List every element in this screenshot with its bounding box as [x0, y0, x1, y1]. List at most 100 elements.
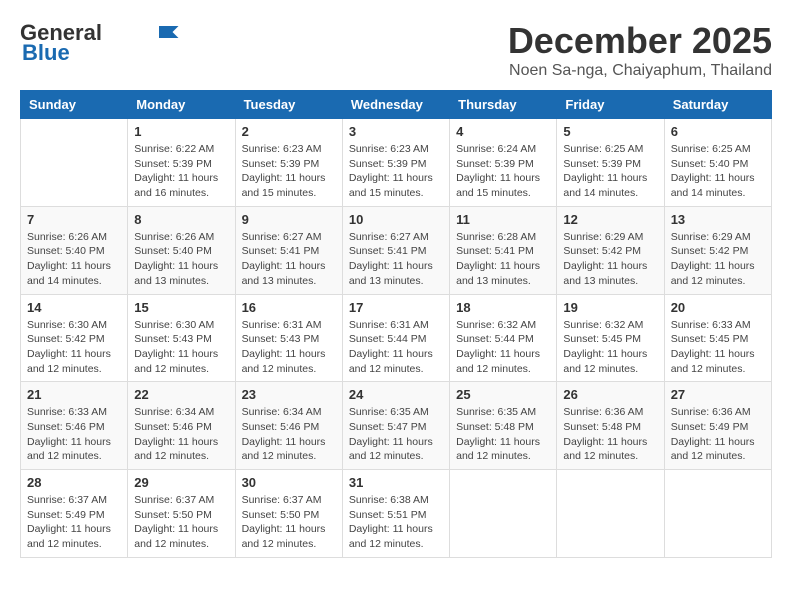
calendar-cell: 16 Sunrise: 6:31 AM Sunset: 5:43 PM Dayli… [235, 294, 342, 382]
calendar-cell: 24Sunrise: 6:35 AM Sunset: 5:47 PM Dayli… [342, 382, 449, 470]
day-info: Sunrise: 6:37 AM Sunset: 5:49 PM Dayligh… [27, 493, 121, 552]
calendar-cell: 19 Sunrise: 6:32 AM Sunset: 5:45 PM Dayli… [557, 294, 664, 382]
calendar-cell: 31 Sunrise: 6:38 AM Sunset: 5:51 PM Dayli… [342, 470, 449, 558]
calendar-cell: 4 Sunrise: 6:24 AM Sunset: 5:39 PM Daylig… [450, 119, 557, 207]
day-number: 1 [134, 124, 228, 139]
calendar-cell: 1 Sunrise: 6:22 AM Sunset: 5:39 PM Daylig… [128, 119, 235, 207]
weekday-header: Thursday [450, 91, 557, 119]
day-number: 29 [134, 475, 228, 490]
calendar-cell: 7Sunrise: 6:26 AM Sunset: 5:40 PM Daylig… [21, 206, 128, 294]
day-info: Sunrise: 6:27 AM Sunset: 5:41 PM Dayligh… [242, 230, 336, 289]
calendar-cell: 8 Sunrise: 6:26 AM Sunset: 5:40 PM Daylig… [128, 206, 235, 294]
calendar-cell: 22Sunrise: 6:34 AM Sunset: 5:46 PM Dayli… [128, 382, 235, 470]
day-number: 6 [671, 124, 765, 139]
day-number: 15 [134, 300, 228, 315]
day-info: Sunrise: 6:31 AM Sunset: 5:43 PM Dayligh… [242, 318, 336, 377]
day-number: 4 [456, 124, 550, 139]
calendar-cell: 28Sunrise: 6:37 AM Sunset: 5:49 PM Dayli… [21, 470, 128, 558]
calendar-cell: 26 Sunrise: 6:36 AM Sunset: 5:48 PM Dayli… [557, 382, 664, 470]
day-number: 3 [349, 124, 443, 139]
calendar-cell: 5 Sunrise: 6:25 AM Sunset: 5:39 PM Daylig… [557, 119, 664, 207]
calendar-week-row: 28Sunrise: 6:37 AM Sunset: 5:49 PM Dayli… [21, 470, 772, 558]
calendar-week-row: 1 Sunrise: 6:22 AM Sunset: 5:39 PM Daylig… [21, 119, 772, 207]
page-header: General Blue December 2025 Noen Sa-nga, … [20, 20, 772, 80]
day-number: 11 [456, 212, 550, 227]
day-info: Sunrise: 6:28 AM Sunset: 5:41 PM Dayligh… [456, 230, 550, 289]
day-number: 16 [242, 300, 336, 315]
calendar-cell: 30 Sunrise: 6:37 AM Sunset: 5:50 PM Dayli… [235, 470, 342, 558]
day-info: Sunrise: 6:33 AM Sunset: 5:46 PM Dayligh… [27, 405, 121, 464]
weekday-header: Monday [128, 91, 235, 119]
day-info: Sunrise: 6:38 AM Sunset: 5:51 PM Dayligh… [349, 493, 443, 552]
calendar-cell: 29 Sunrise: 6:37 AM Sunset: 5:50 PM Dayli… [128, 470, 235, 558]
day-number: 24 [349, 387, 443, 402]
calendar-week-row: 21 Sunrise: 6:33 AM Sunset: 5:46 PM Dayli… [21, 382, 772, 470]
day-number: 22 [134, 387, 228, 402]
day-number: 19 [563, 300, 657, 315]
day-number: 5 [563, 124, 657, 139]
day-info: Sunrise: 6:23 AM Sunset: 5:39 PM Dayligh… [349, 142, 443, 201]
calendar-cell: 13Sunrise: 6:29 AM Sunset: 5:42 PM Dayli… [664, 206, 771, 294]
calendar-cell [21, 119, 128, 207]
calendar-cell: 23 Sunrise: 6:34 AM Sunset: 5:46 PM Dayli… [235, 382, 342, 470]
calendar-cell: 10 Sunrise: 6:27 AM Sunset: 5:41 PM Dayli… [342, 206, 449, 294]
day-info: Sunrise: 6:31 AM Sunset: 5:44 PM Dayligh… [349, 318, 443, 377]
day-info: Sunrise: 6:37 AM Sunset: 5:50 PM Dayligh… [134, 493, 228, 552]
weekday-header: Sunday [21, 91, 128, 119]
day-number: 26 [563, 387, 657, 402]
day-number: 31 [349, 475, 443, 490]
day-info: Sunrise: 6:26 AM Sunset: 5:40 PM Dayligh… [27, 230, 121, 289]
day-info: Sunrise: 6:23 AM Sunset: 5:39 PM Dayligh… [242, 142, 336, 201]
calendar-cell [557, 470, 664, 558]
day-info: Sunrise: 6:30 AM Sunset: 5:42 PM Dayligh… [27, 318, 121, 377]
day-info: Sunrise: 6:34 AM Sunset: 5:46 PM Dayligh… [242, 405, 336, 464]
day-info: Sunrise: 6:29 AM Sunset: 5:42 PM Dayligh… [563, 230, 657, 289]
calendar-cell: 2 Sunrise: 6:23 AM Sunset: 5:39 PM Daylig… [235, 119, 342, 207]
day-info: Sunrise: 6:32 AM Sunset: 5:44 PM Dayligh… [456, 318, 550, 377]
day-number: 25 [456, 387, 550, 402]
day-info: Sunrise: 6:35 AM Sunset: 5:48 PM Dayligh… [456, 405, 550, 464]
logo: General Blue [20, 20, 180, 66]
weekday-header: Friday [557, 91, 664, 119]
calendar-cell [450, 470, 557, 558]
day-info: Sunrise: 6:30 AM Sunset: 5:43 PM Dayligh… [134, 318, 228, 377]
day-info: Sunrise: 6:32 AM Sunset: 5:45 PM Dayligh… [563, 318, 657, 377]
day-number: 30 [242, 475, 336, 490]
calendar-cell: 20 Sunrise: 6:33 AM Sunset: 5:45 PM Dayli… [664, 294, 771, 382]
day-info: Sunrise: 6:29 AM Sunset: 5:42 PM Dayligh… [671, 230, 765, 289]
calendar-cell [664, 470, 771, 558]
day-number: 27 [671, 387, 765, 402]
calendar-cell: 9Sunrise: 6:27 AM Sunset: 5:41 PM Daylig… [235, 206, 342, 294]
day-number: 21 [27, 387, 121, 402]
day-number: 17 [349, 300, 443, 315]
day-info: Sunrise: 6:37 AM Sunset: 5:50 PM Dayligh… [242, 493, 336, 552]
day-number: 2 [242, 124, 336, 139]
calendar-cell: 14 Sunrise: 6:30 AM Sunset: 5:42 PM Dayli… [21, 294, 128, 382]
day-info: Sunrise: 6:36 AM Sunset: 5:48 PM Dayligh… [563, 405, 657, 464]
calendar-cell: 3 Sunrise: 6:23 AM Sunset: 5:39 PM Daylig… [342, 119, 449, 207]
day-number: 10 [349, 212, 443, 227]
day-info: Sunrise: 6:24 AM Sunset: 5:39 PM Dayligh… [456, 142, 550, 201]
calendar-cell: 21 Sunrise: 6:33 AM Sunset: 5:46 PM Dayli… [21, 382, 128, 470]
day-number: 8 [134, 212, 228, 227]
calendar-cell: 6 Sunrise: 6:25 AM Sunset: 5:40 PM Daylig… [664, 119, 771, 207]
logo-blue: Blue [22, 40, 70, 66]
calendar-header-row: SundayMondayTuesdayWednesdayThursdayFrid… [21, 91, 772, 119]
day-number: 23 [242, 387, 336, 402]
day-info: Sunrise: 6:25 AM Sunset: 5:39 PM Dayligh… [563, 142, 657, 201]
calendar-cell: 18Sunrise: 6:32 AM Sunset: 5:44 PM Dayli… [450, 294, 557, 382]
day-info: Sunrise: 6:33 AM Sunset: 5:45 PM Dayligh… [671, 318, 765, 377]
location-title: Noen Sa-nga, Chaiyaphum, Thailand [508, 62, 772, 80]
day-number: 20 [671, 300, 765, 315]
day-info: Sunrise: 6:26 AM Sunset: 5:40 PM Dayligh… [134, 230, 228, 289]
day-info: Sunrise: 6:27 AM Sunset: 5:41 PM Dayligh… [349, 230, 443, 289]
calendar-week-row: 7Sunrise: 6:26 AM Sunset: 5:40 PM Daylig… [21, 206, 772, 294]
calendar-cell: 12Sunrise: 6:29 AM Sunset: 5:42 PM Dayli… [557, 206, 664, 294]
calendar-cell: 15 Sunrise: 6:30 AM Sunset: 5:43 PM Dayli… [128, 294, 235, 382]
month-title: December 2025 [508, 20, 772, 62]
day-info: Sunrise: 6:22 AM Sunset: 5:39 PM Dayligh… [134, 142, 228, 201]
day-number: 14 [27, 300, 121, 315]
calendar-cell: 25 Sunrise: 6:35 AM Sunset: 5:48 PM Dayli… [450, 382, 557, 470]
day-info: Sunrise: 6:25 AM Sunset: 5:40 PM Dayligh… [671, 142, 765, 201]
calendar-table: SundayMondayTuesdayWednesdayThursdayFrid… [20, 90, 772, 558]
